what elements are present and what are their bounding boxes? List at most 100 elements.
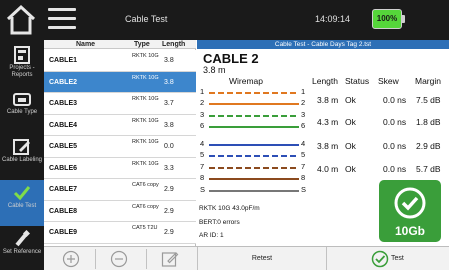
pair-margin: 1.8 dB <box>416 117 441 127</box>
cell-length: 0.0 <box>164 143 174 150</box>
pair-status: Ok <box>345 164 356 174</box>
table-row[interactable]: CABLE4 RKTK 10G 3.8 <box>44 114 196 136</box>
pair-margin: 7.5 dB <box>416 95 441 105</box>
pair-skew: 0.0 ns <box>383 141 407 151</box>
cell-type: CAT6 copy <box>132 182 159 188</box>
table-row[interactable]: CABLE5 RKTK 10G 0.0 <box>44 136 196 158</box>
cell-type: RKTK 10G <box>132 74 159 81</box>
wiremap-pin: S <box>200 185 206 194</box>
wire-3 <box>209 115 299 117</box>
wiremap-pin: 2 <box>301 98 306 107</box>
table-row[interactable]: CABLE9 CAT5 T2U 2.9 <box>44 222 196 244</box>
table-row[interactable]: CABLE6 RKTK 10G 3.3 <box>44 157 196 179</box>
pass-badge: 10Gb <box>379 180 441 242</box>
cell-type: RKTK 10G <box>132 117 159 124</box>
pair-margin: 5.7 dB <box>416 164 441 174</box>
column-length: Length <box>312 76 338 86</box>
sidebar-item-label: Cable Test <box>7 203 37 209</box>
wire-5 <box>209 155 299 157</box>
wiremap-pin: 7 <box>200 162 205 171</box>
cell-type: RKTK 10G <box>132 139 159 145</box>
cell-length: 3.7 <box>164 100 174 107</box>
projects-icon <box>14 46 30 64</box>
wiremap-pin: 1 <box>200 87 205 96</box>
home-icon[interactable] <box>4 3 38 37</box>
sidebar-item-projects[interactable]: Projects - Reports <box>0 42 44 88</box>
wiremap-pin: 8 <box>301 173 306 182</box>
cell-type: CAT6 copy <box>132 203 159 210</box>
action-bar: Retest Test <box>44 246 449 270</box>
wire-8 <box>209 178 299 180</box>
sidebar-item-label: Set Reference <box>2 249 42 255</box>
cable-type-icon <box>13 93 31 106</box>
check-circle-icon <box>394 187 426 219</box>
cell-name: CABLE6 <box>49 164 78 172</box>
cable-list: Name Type Length CABLE1 RKTK 10G 3.8 CAB… <box>44 40 196 246</box>
table-row[interactable]: CABLE7 CAT6 copy 2.9 <box>44 179 196 201</box>
cell-length: 2.9 <box>164 186 174 193</box>
wiremap-pin: S <box>301 185 307 194</box>
divider <box>146 249 147 269</box>
wiremap-pin: 3 <box>200 110 205 119</box>
wiremap-pin: 6 <box>200 121 205 130</box>
cell-name: CABLE8 <box>49 207 78 215</box>
column-header-name[interactable]: Name <box>76 41 95 48</box>
list-header: Name Type Length <box>44 40 196 49</box>
edit-icon[interactable] <box>161 250 179 268</box>
sidebar-item-label: Projects - Reports <box>9 65 35 78</box>
menu-icon[interactable] <box>48 8 76 32</box>
cell-name: CABLE4 <box>49 121 78 129</box>
cable-length: 3.8 m <box>203 65 226 75</box>
test-button[interactable]: Test <box>327 247 449 270</box>
cell-name: CABLE9 <box>49 229 78 236</box>
wiremap-pin: 4 <box>200 139 205 148</box>
ar-id: AR ID: 1 <box>199 232 224 239</box>
wiremap-pin: 2 <box>200 98 205 107</box>
wiremap-pin: 5 <box>200 150 205 159</box>
cell-type: RKTK 10G <box>132 160 159 167</box>
column-margin: Margin <box>415 76 441 86</box>
column-header-length[interactable]: Length <box>162 41 185 48</box>
pair-length: 4.3 m <box>317 117 339 127</box>
pair-status: Ok <box>345 141 356 151</box>
wiremap-pin: 3 <box>301 110 306 119</box>
sidebar-item-set-reference[interactable]: Set Reference <box>0 226 44 270</box>
battery-tip <box>402 15 405 23</box>
cell-type: RKTK 10G <box>132 96 159 102</box>
remove-icon[interactable] <box>110 250 128 268</box>
wire-7 <box>209 167 299 169</box>
table-row[interactable]: CABLE1 RKTK 10G 3.8 <box>44 50 196 72</box>
column-wiremap: Wiremap <box>229 76 264 86</box>
pair-length: 3.8 m <box>317 95 339 105</box>
sidebar-item-label: Cable Type <box>6 109 38 115</box>
top-bar: Cable Test 14:09:14 100% <box>0 0 449 40</box>
column-header-type[interactable]: Type <box>134 41 150 48</box>
column-status: Status <box>345 76 370 86</box>
sidebar-item-cable-labeling[interactable]: Cable Labeling <box>0 134 44 180</box>
sidebar-item-cable-type[interactable]: Cable Type <box>0 88 44 134</box>
pair-length: 4.0 m <box>317 164 339 174</box>
table-row[interactable]: CABLE8 CAT6 copy 2.9 <box>44 200 196 222</box>
wiremap-pin: 1 <box>301 87 306 96</box>
cell-name: CABLE5 <box>49 143 78 150</box>
wire-1 <box>209 92 299 94</box>
detail-header: Cable Test - Cable Days Tag 2.tst <box>197 40 449 49</box>
cell-type: RKTK 10G <box>132 53 159 59</box>
test-button-label: Test <box>391 255 404 262</box>
pair-length: 3.8 m <box>317 141 339 151</box>
sidebar-item-cable-test[interactable]: Cable Test <box>0 180 44 226</box>
wiremap-pin: 6 <box>301 121 306 130</box>
bert-result: BERT:0 errors <box>199 219 240 226</box>
table-row[interactable]: CABLE3 RKTK 10G 3.7 <box>44 93 196 115</box>
pair-status: Ok <box>345 95 356 105</box>
table-row[interactable]: CABLE2 RKTK 10G 3.8 <box>44 71 196 93</box>
cell-length: 2.9 <box>164 229 174 236</box>
app-title: Cable Test <box>125 14 168 24</box>
edit-icon <box>13 139 30 155</box>
cable-detail-panel: Cable Test - Cable Days Tag 2.tst CABLE … <box>197 40 449 246</box>
cell-name: CABLE3 <box>49 100 78 107</box>
add-icon[interactable] <box>62 250 80 268</box>
column-skew: Skew <box>378 76 399 86</box>
retest-button[interactable]: Retest <box>197 247 327 270</box>
pair-skew: 0.0 ns <box>383 164 407 174</box>
